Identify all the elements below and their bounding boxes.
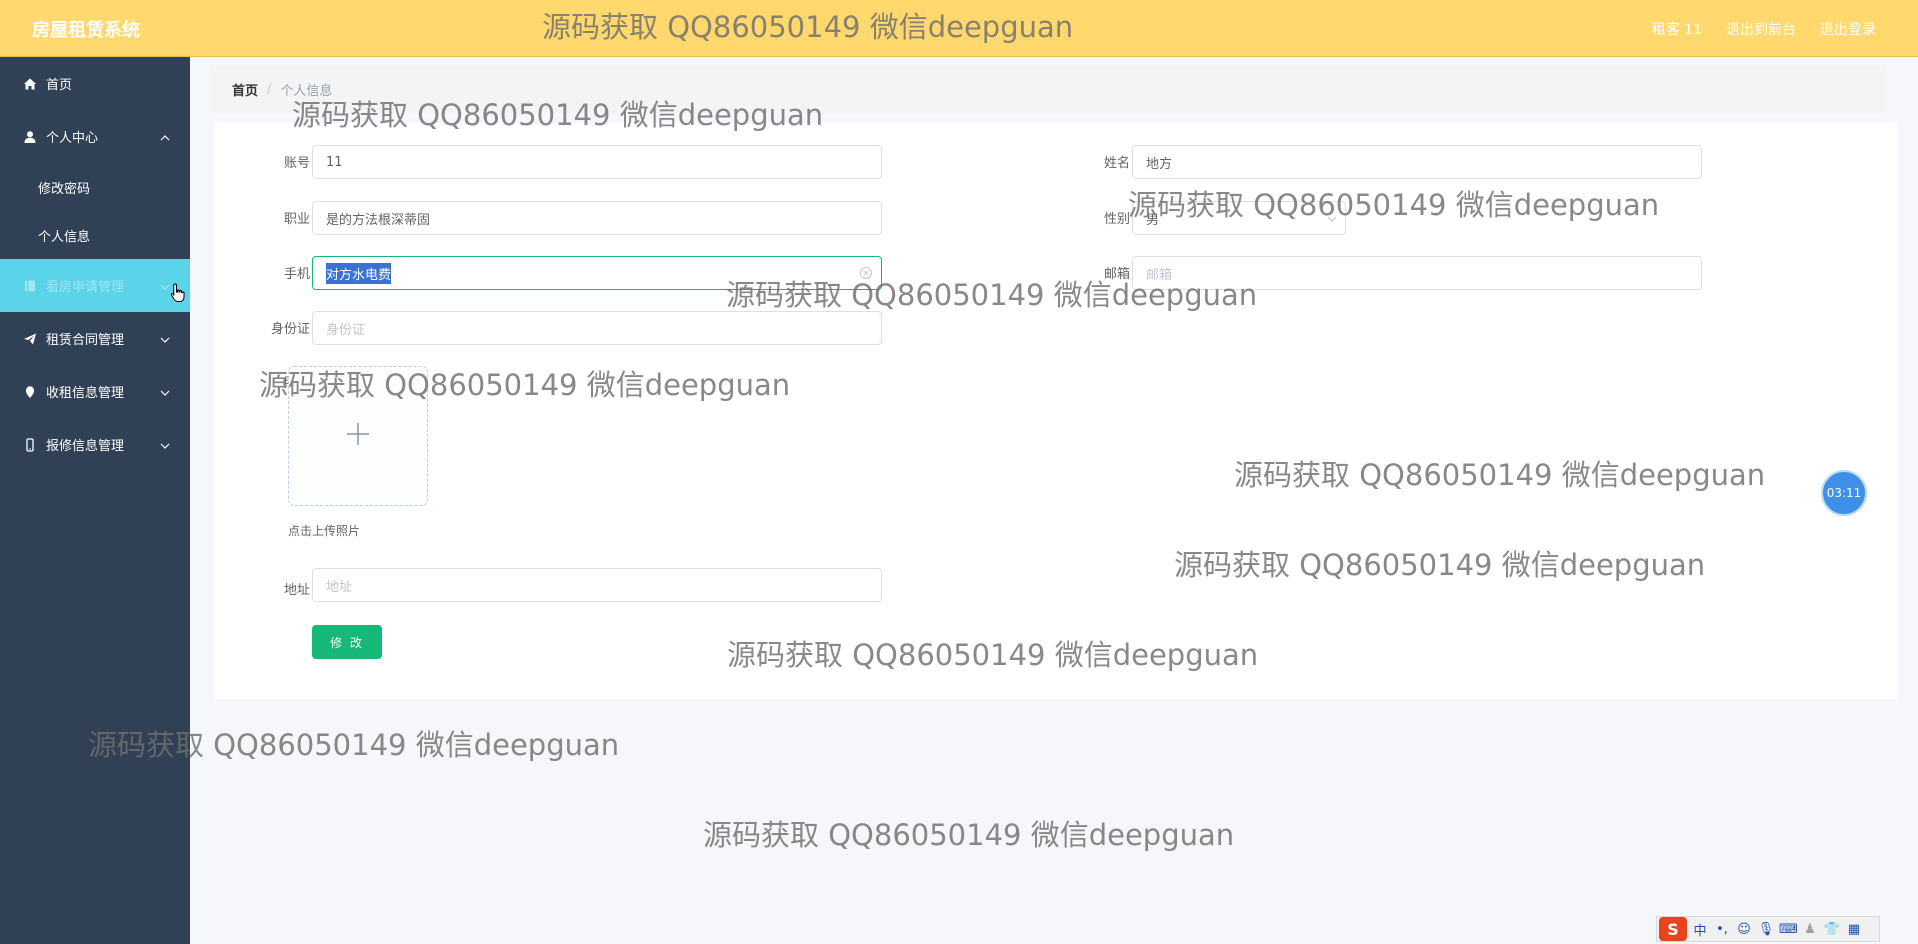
clear-icon[interactable]: [859, 266, 873, 284]
photo-upload[interactable]: [288, 366, 428, 506]
address-input[interactable]: 地址: [312, 568, 882, 602]
main-content: 首页 / 个人信息 账号 11 姓名 地方 职业 是的方法根深蒂固 性别 男 手…: [190, 57, 1918, 944]
gender-label: 性别: [1103, 212, 1130, 227]
punctuation-icon[interactable]: •,: [1713, 922, 1731, 937]
email-label: 邮箱: [1103, 267, 1130, 282]
chevron-down-icon: [1327, 212, 1337, 227]
user-label: 租客 11: [1651, 22, 1702, 38]
user-icon[interactable]: ♟: [1801, 922, 1819, 937]
plus-icon: [345, 421, 371, 451]
breadcrumb-current: 个人信息: [280, 83, 333, 99]
account-label: 账号: [283, 156, 310, 171]
sidebar: 首页 个人中心 修改密码 个人信息 看房申请管理 租赁合同管理 收租信息管理 报…: [0, 57, 190, 944]
header-links: 租客 11 退出到前台 退出登录: [1652, 19, 1876, 39]
sidebar-item-personal-info[interactable]: 个人信息: [0, 211, 190, 259]
sidebar-item-home[interactable]: 首页: [0, 57, 190, 110]
paper-plane-icon: [22, 331, 38, 347]
breadcrumb-separator: /: [267, 81, 272, 97]
phone-label: 手机: [283, 267, 310, 282]
microphone-icon[interactable]: 🎙: [1757, 922, 1775, 937]
gender-select[interactable]: 男: [1132, 201, 1346, 235]
phone-value: 对方水电费: [326, 262, 392, 284]
chevron-down-icon: [160, 386, 170, 401]
sidebar-item-label: 首页: [46, 78, 73, 93]
account-input[interactable]: 11: [312, 145, 882, 179]
home-icon: [22, 76, 38, 92]
sidebar-item-label: 报修信息管理: [46, 439, 125, 454]
sidebar-item-viewing-apply[interactable]: 看房申请管理: [0, 259, 190, 312]
sidebar-item-label: 个人中心: [46, 131, 99, 146]
sidebar-item-label: 看房申请管理: [46, 280, 125, 295]
shirt-icon[interactable]: 👕: [1823, 922, 1841, 937]
keyboard-icon[interactable]: ⌨: [1779, 922, 1798, 937]
to-frontend-link[interactable]: 退出到前台: [1726, 19, 1796, 39]
breadcrumb: 首页 / 个人信息: [210, 65, 1886, 113]
timer-badge[interactable]: 03:11: [1821, 470, 1867, 516]
sidebar-item-personal-center[interactable]: 个人中心: [0, 110, 190, 163]
book-icon: [22, 278, 38, 294]
user-icon: [22, 129, 38, 145]
cursor-hand-icon: [170, 283, 186, 307]
job-input[interactable]: 是的方法根深蒂固: [312, 201, 882, 235]
email-input[interactable]: 邮箱: [1132, 256, 1702, 290]
name-label: 姓名: [1103, 156, 1130, 171]
id-card-label: 身份证: [270, 322, 310, 337]
chevron-down-icon: [160, 333, 170, 348]
ime-toolbar: S 中 •, ☺ 🎙 ⌨ ♟ 👕 ▦: [1656, 916, 1880, 942]
phone-icon: [22, 437, 38, 453]
phone-input[interactable]: 对方水电费: [312, 256, 882, 290]
ime-mode[interactable]: 中: [1691, 920, 1709, 939]
chevron-up-icon: [160, 131, 170, 146]
chevron-down-icon: [160, 439, 170, 454]
sidebar-item-change-password[interactable]: 修改密码: [0, 163, 190, 211]
gender-value: 男: [1146, 212, 1160, 228]
location-icon: [22, 384, 38, 400]
upload-hint: 点击上传照片: [288, 524, 361, 538]
address-label: 地址: [283, 583, 310, 598]
grid-icon[interactable]: ▦: [1845, 922, 1863, 937]
job-label: 职业: [283, 212, 310, 227]
sidebar-item-rent-collection[interactable]: 收租信息管理: [0, 365, 190, 418]
app-title: 房屋租赁系统: [32, 20, 140, 41]
name-input[interactable]: 地方: [1132, 145, 1702, 179]
sidebar-item-label: 租赁合同管理: [46, 333, 125, 348]
sidebar-item-label: 收租信息管理: [46, 386, 125, 401]
logout-link[interactable]: 退出登录: [1820, 19, 1876, 39]
sidebar-item-repair[interactable]: 报修信息管理: [0, 418, 190, 471]
top-header: 房屋租赁系统 租客 11 退出到前台 退出登录: [0, 0, 1918, 57]
submit-button[interactable]: 修 改: [312, 625, 382, 659]
breadcrumb-home[interactable]: 首页: [232, 80, 258, 99]
ime-logo[interactable]: S: [1659, 917, 1687, 941]
emoji-icon[interactable]: ☺: [1735, 922, 1753, 937]
chevron-down-icon: [160, 280, 170, 295]
id-card-input[interactable]: 身份证: [312, 311, 882, 345]
profile-form: 账号 11 姓名 地方 职业 是的方法根深蒂固 性别 男 手机 对方水电费 邮箱…: [214, 123, 1898, 699]
sidebar-item-lease-contract[interactable]: 租赁合同管理: [0, 312, 190, 365]
